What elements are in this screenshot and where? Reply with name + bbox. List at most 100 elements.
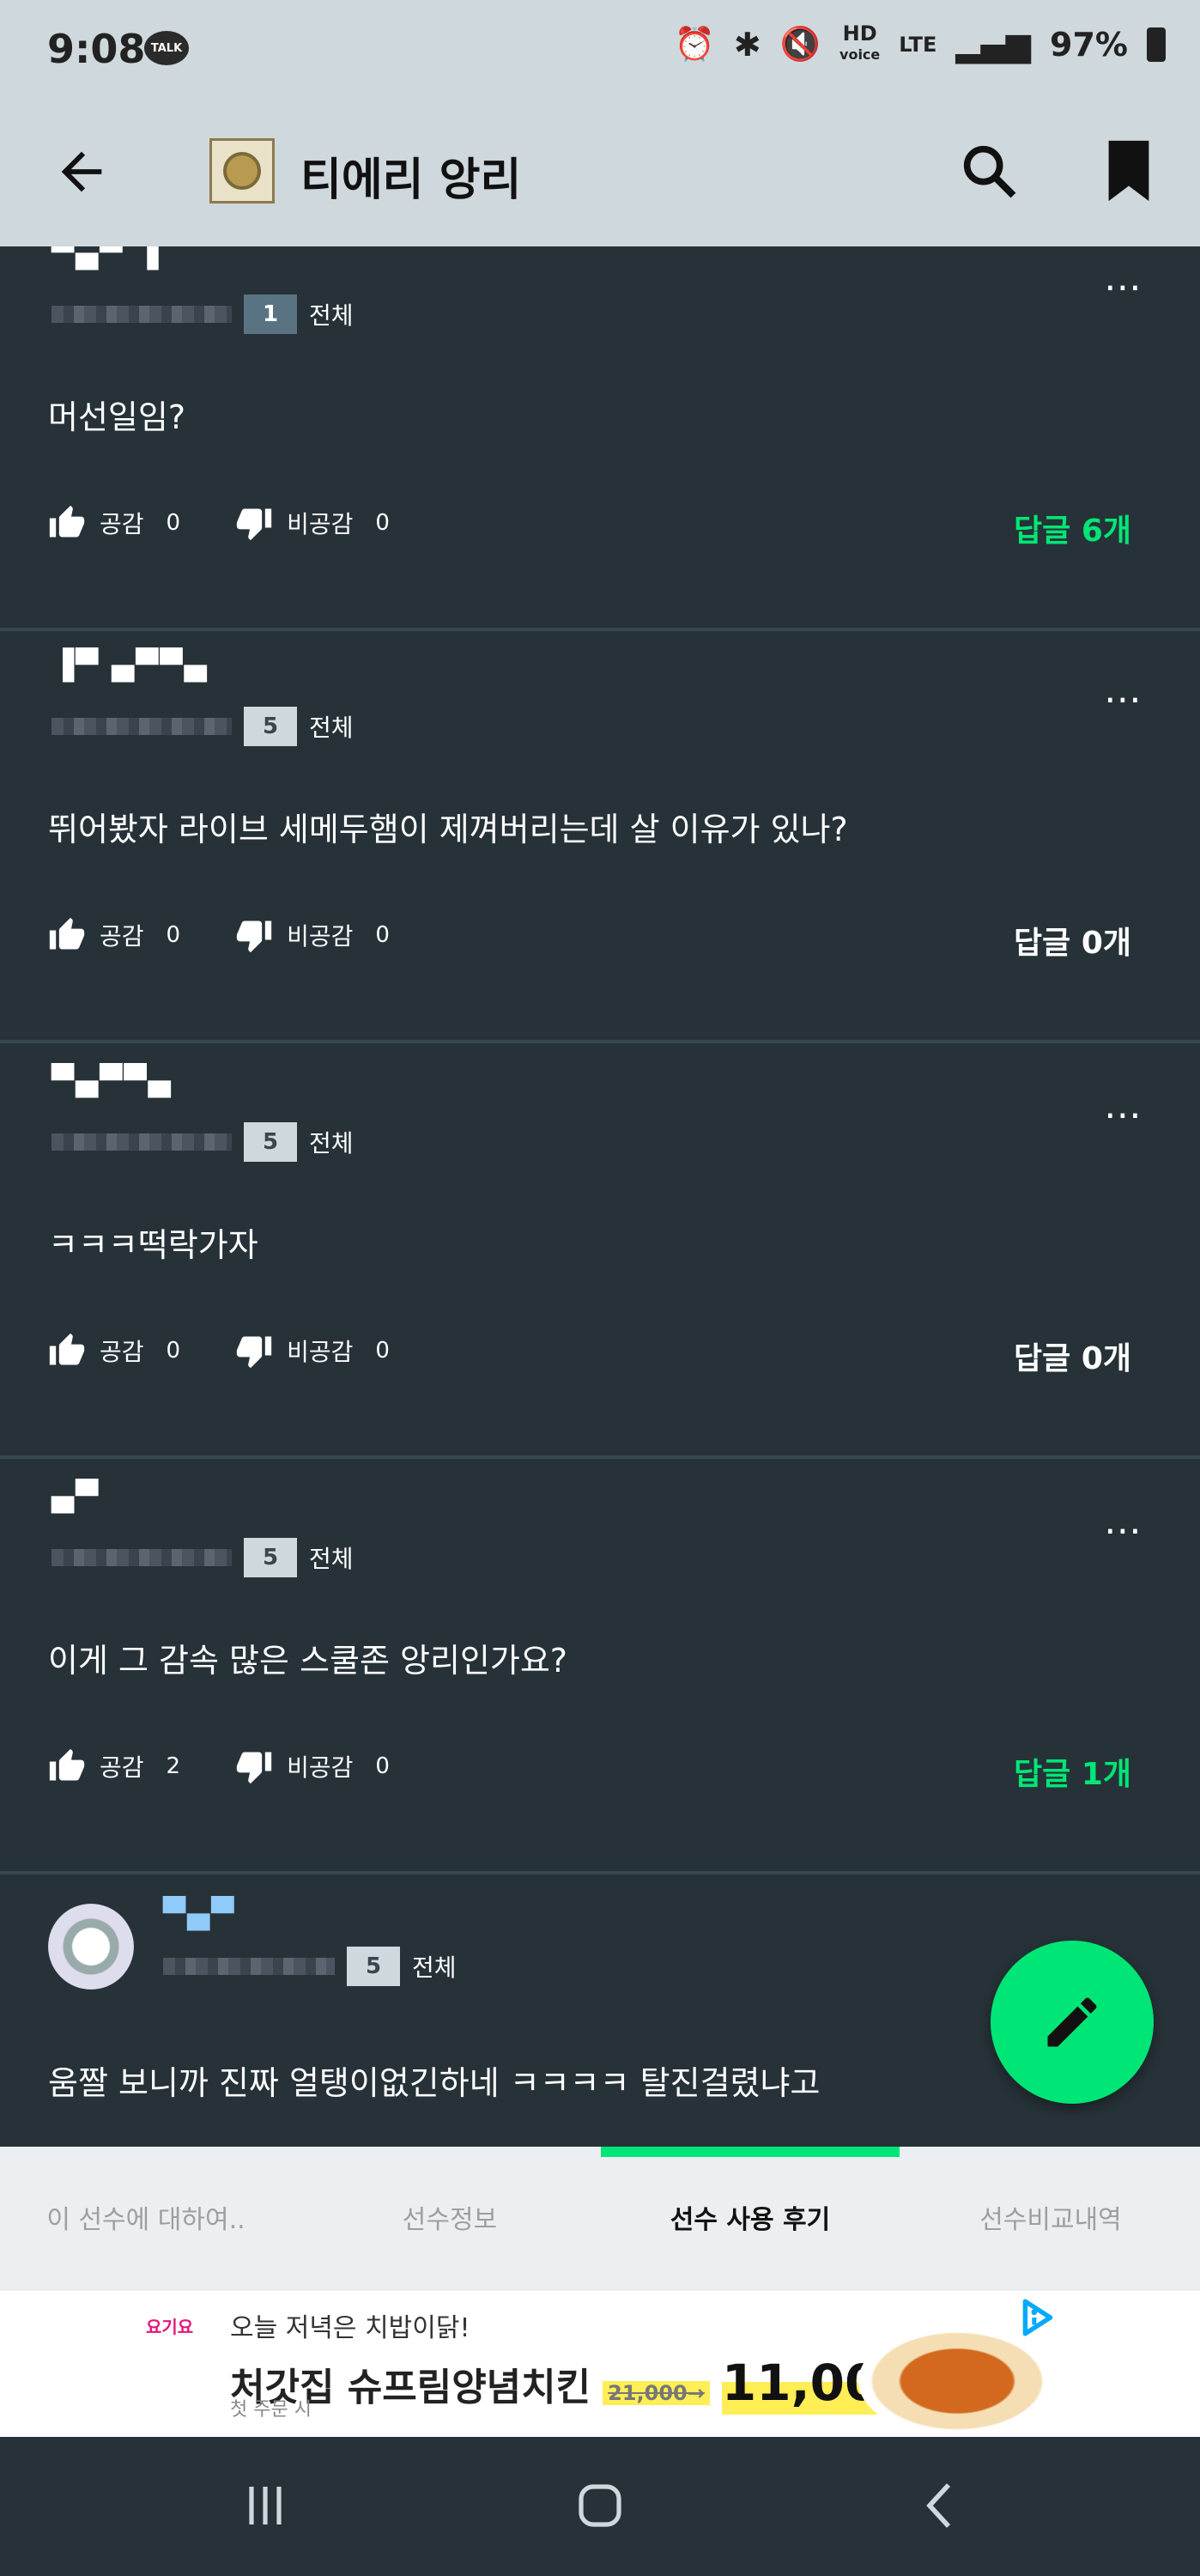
back-arrow-icon[interactable] [52,142,112,202]
page-title: 티에리 앙리 [300,155,522,206]
ad-banner[interactable]: 요기요 오늘 저녁은 치밥이닭! 처갓집 슈프림양념치킨 21,000→ 11,… [0,2291,1200,2437]
battery-percent: 97% [1050,25,1128,64]
comment-text: 머선일임? [48,398,186,436]
comment-feed[interactable]: ▀▄▀ ▐ 1 전체 ⋯ 머선일임? 공감 0 비공감 0 답글 6개 ▐▀ ▄… [0,246,1200,2147]
thumbs-up-icon[interactable] [48,1747,86,1785]
like-label: 공감 [100,510,144,538]
status-bar: 9:08 TALK ⏰ ✱ 🔇 HD voice LTE ▂▄▆ 97% [0,0,1200,107]
thumbs-up-icon[interactable] [48,916,86,954]
comment-item: ▄▀ 5 전체 ⋯ 이게 그 감속 많은 스쿨존 앙리인가요? 공감 2 비공감… [0,1462,1200,1874]
reply-count-link[interactable]: 답글 0개 [1014,1334,1131,1378]
active-tab-indicator [601,2147,900,2157]
thumbs-down-icon[interactable] [235,1332,273,1370]
tab-about-player[interactable]: 이 선수에 대하여.. [0,2198,292,2236]
pencil-icon [1047,1997,1097,2047]
comment-item: ▀▄▀▀▄ 5 전체 ⋯ ㅋㅋㅋ떡락가자 공감 0 비공감 0 답글 0개 [0,1047,1200,1459]
dislike-count: 0 [375,1753,390,1779]
nickname-blurred: ▀▄▀ [163,1897,236,1931]
scope-label: 전체 [412,1953,457,1982]
like-count: 0 [166,510,181,536]
signal-icon: ▂▄▆ [955,25,1032,64]
mute-icon: 🔇 [779,25,821,63]
dislike-label: 비공감 [287,1338,354,1366]
comment-text: 뛰어봤자 라이브 세메두햄이 제껴버리는데 살 이유가 있나? [48,811,848,848]
tab-player-reviews[interactable]: 선수 사용 후기 [604,2198,896,2236]
nickname-blurred: ▄▀ [52,1479,100,1514]
ad-chicken-image [858,2325,1056,2437]
ad-brand-logo: 요기요 [146,2317,194,2337]
like-label: 공감 [100,922,144,951]
scope-label: 전체 [309,1545,354,1573]
scope-label: 전체 [309,714,354,742]
app-bar: 티에리 앙리 [0,107,1200,246]
comment-meta: 5 전체 [163,1947,457,1986]
like-label: 공감 [100,1338,144,1366]
dislike-label: 비공감 [287,510,354,538]
reply-count-link[interactable]: 답글 1개 [1014,1749,1131,1794]
comment-text: 움짤 보니까 진짜 얼탱이없긴하네 ㅋㅋㅋㅋ 탈진걸렸냐고 [48,2064,821,2102]
tab-bar: 이 선수에 대하여.. 선수정보 선수 사용 후기 선수비교내역 [0,2147,1200,2291]
dislike-count: 0 [375,1338,390,1364]
reply-count-link[interactable]: 답글 0개 [1014,918,1131,963]
reaction-bar: 공감 0 비공감 0 [48,1332,445,1370]
clock: 9:08 [47,26,146,72]
tab-player-compare[interactable]: 선수비교내역 [905,2198,1197,2236]
more-options-icon[interactable]: ⋯ [1097,681,1148,726]
like-label: 공감 [100,1753,144,1782]
thumbs-down-icon[interactable] [235,504,273,542]
timestamp-blurred [163,1958,335,1975]
thumbs-down-icon[interactable] [235,916,273,954]
adchoices-icon[interactable] [1016,2296,1059,2339]
tab-player-info[interactable]: 선수정보 [304,2198,596,2236]
system-back-icon[interactable] [910,2480,970,2531]
comment-meta: 1 전체 [52,295,354,334]
nickname-blurred: ▐▀ ▄▀▀▄ [52,648,209,683]
like-count: 0 [166,922,181,948]
alarm-icon: ⏰ [674,25,715,63]
timestamp-blurred [52,1549,232,1566]
dislike-count: 0 [375,510,390,536]
write-comment-button[interactable] [991,1941,1154,2104]
reaction-bar: 공감 0 비공감 0 [48,504,445,542]
comment-item: ▐▀ ▄▀▀▄ 5 전체 ⋯ 뛰어봤자 라이브 세메두햄이 제껴버리는데 살 이… [0,631,1200,1043]
system-navigation-bar [0,2437,1200,2576]
battery-icon [1147,27,1166,62]
nickname-blurred: ▀▄▀▀▄ [52,1064,173,1098]
more-options-icon[interactable]: ⋯ [1097,1097,1148,1141]
ad-tagline: 오늘 저녁은 치밥이닭! [230,2313,470,2343]
scope-label: 전체 [309,1129,354,1157]
recent-apps-icon[interactable] [235,2480,295,2531]
home-icon[interactable] [570,2480,630,2531]
reaction-bar: 공감 0 비공감 0 [48,916,445,954]
reply-count-link[interactable]: 답글 6개 [1014,506,1131,550]
comment-item: ▀▄▀ ▐ 1 전체 ⋯ 머선일임? 공감 0 비공감 0 답글 6개 [0,246,1200,631]
thumbs-down-icon[interactable] [235,1747,273,1785]
hd-voice-icon: HD voice [839,21,881,63]
reaction-bar: 공감 2 비공감 0 [48,1747,445,1785]
system-icons: ⏰ ✱ 🔇 HD voice LTE ▂▄▆ 97% [674,21,1166,64]
kakaotalk-notification-icon: TALK [144,31,189,65]
search-icon[interactable] [956,138,1021,204]
dislike-label: 비공감 [287,1753,354,1782]
ad-footnote: 첫 주문 시 [230,2399,312,2421]
scope-label: 전체 [309,301,354,330]
more-options-icon[interactable]: ⋯ [1097,1512,1148,1557]
ad-headline: 처갓집 슈프림양념치킨 21,000→ 11,000원 [230,2342,961,2415]
comment-meta: 5 전체 [52,1122,354,1162]
more-options-icon[interactable]: ⋯ [1097,269,1148,313]
bookmark-icon[interactable] [1103,138,1155,204]
timestamp-blurred [52,718,232,735]
avatar[interactable] [48,1904,134,1990]
level-badge: 5 [244,707,297,746]
thumbs-up-icon[interactable] [48,1332,86,1370]
level-badge: 1 [244,295,297,334]
lte-icon: LTE [899,32,937,57]
level-badge: 5 [244,1122,297,1162]
dislike-count: 0 [375,922,390,948]
comment-meta: 5 전체 [52,1538,354,1577]
like-count: 2 [166,1753,181,1779]
timestamp-blurred [52,306,232,323]
bluetooth-icon: ✱ [733,25,761,64]
thumbs-up-icon[interactable] [48,504,86,542]
like-count: 0 [166,1338,181,1364]
